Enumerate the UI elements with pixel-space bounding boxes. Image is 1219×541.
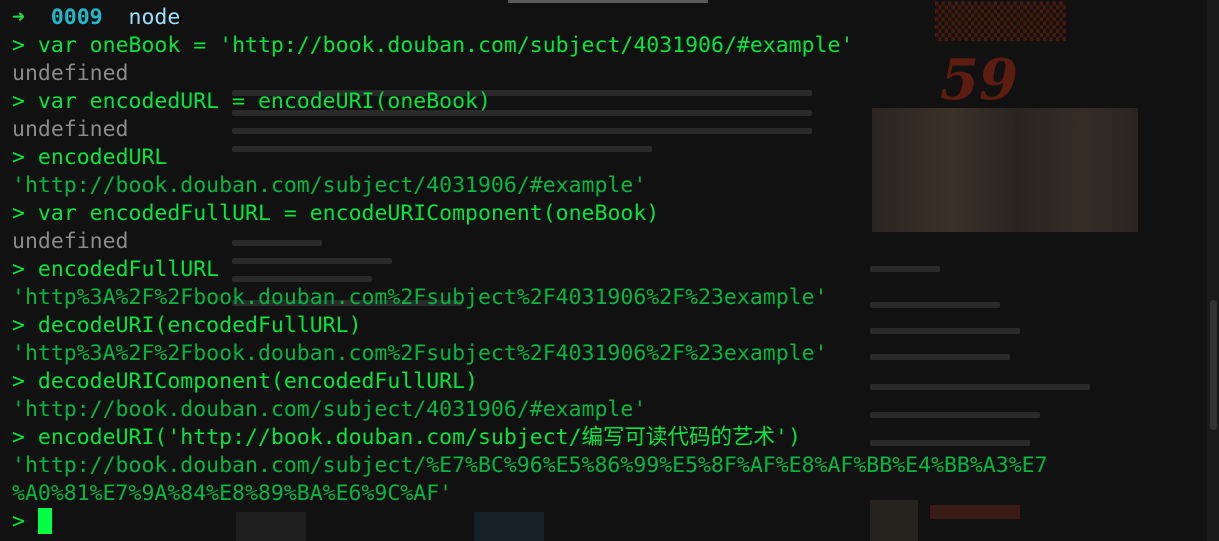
scrollbar-thumb[interactable] [1210,300,1217,430]
repl-output-line: undefined [12,61,129,86]
repl-output-line: 'http%3A%2F%2Fbook.douban.com%2Fsubject%… [12,341,828,366]
repl-input-line: > decodeURIComponent(encodedFullURL) [12,369,479,394]
repl-output-line: 'http://book.douban.com/subject/4031906/… [12,173,647,198]
repl-input-line: > encodedFullURL [12,257,220,282]
terminal-window[interactable]: ▒▒▒▒▒ 59 ➜ 0009 node > var oneBook = 'ht… [0,0,1219,541]
repl-output-line: 'http://book.douban.com/subject/4031906/… [12,397,647,422]
repl-current-prompt[interactable]: > [12,508,1048,536]
terminal-output: ➜ 0009 node > var oneBook = 'http://book… [12,4,1048,536]
repl-output-line: undefined [12,117,129,142]
background-window-edge [508,0,708,3]
repl-input-line: > var encodedURL = encodeURI(oneBook) [12,89,491,114]
text-cursor[interactable] [37,508,52,534]
repl-output-line: 'http://book.douban.com/subject/%E7%BC%9… [12,453,1048,478]
repl-input-line: > var encodedFullURL = encodeURIComponen… [12,201,660,226]
repl-input-line: > var oneBook = 'http://book.douban.com/… [12,33,854,58]
arrow-icon: ➜ [12,5,25,30]
prompt-command: node [128,5,181,30]
repl-input-line: > decodeURI(encodedFullURL) [12,313,362,338]
repl-output-line: undefined [12,229,129,254]
repl-output-line: %A0%81%E7%9A%84%E8%89%BA%E6%9C%AF' [12,481,453,506]
repl-input-line: > encodeURI('http://book.douban.com/subj… [12,425,801,450]
repl-output-line: 'http%3A%2F%2Fbook.douban.com%2Fsubject%… [12,285,828,310]
repl-input-line: > encodedURL [12,145,168,170]
prompt-counter: 0009 [50,5,103,30]
shell-prompt: ➜ 0009 node [12,4,1048,32]
scrollbar[interactable] [1207,0,1219,541]
